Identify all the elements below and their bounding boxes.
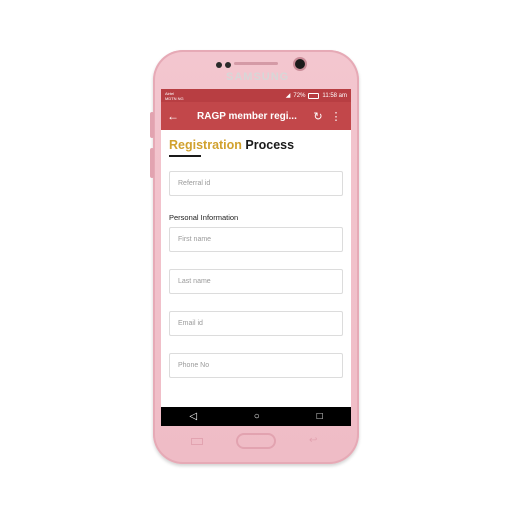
registration-form: Registration Process Referral id Persona… bbox=[161, 130, 351, 378]
back-arrow-icon[interactable]: ← bbox=[167, 109, 185, 123]
first-name-input[interactable]: First name bbox=[169, 227, 343, 252]
referral-id-input[interactable]: Referral id bbox=[169, 171, 343, 196]
heading-underline bbox=[169, 155, 201, 157]
phone-placeholder: Phone No bbox=[178, 362, 210, 369]
personal-information-label: Personal Information bbox=[169, 213, 239, 222]
sensor-icon bbox=[225, 62, 231, 68]
front-camera-icon bbox=[295, 59, 305, 69]
phone-screen: Airtel MDTN NG ◢ 72% 11:58 am ← RAGP mem… bbox=[161, 89, 351, 426]
form-heading-rest: Process bbox=[245, 138, 295, 152]
nav-home-icon[interactable]: ○ bbox=[254, 411, 260, 422]
last-name-placeholder: Last name bbox=[178, 278, 211, 285]
refresh-icon[interactable]: ↻ bbox=[309, 110, 327, 123]
status-icons: ◢ 72% 11:58 am bbox=[286, 92, 347, 99]
sensor-icon bbox=[216, 62, 222, 68]
form-heading-accent: Registration bbox=[169, 138, 242, 152]
hardware-recents-icon[interactable] bbox=[191, 438, 203, 445]
page-title: RAGP member regi... bbox=[197, 110, 297, 122]
signal-icon: ◢ bbox=[285, 93, 291, 99]
app-bar: ← RAGP member regi... ↻ ⋮ bbox=[161, 102, 351, 130]
email-placeholder: Email id bbox=[178, 320, 203, 327]
overflow-menu-icon[interactable]: ⋮ bbox=[327, 110, 345, 123]
referral-id-placeholder: Referral id bbox=[178, 180, 211, 187]
carrier-info: Airtel MDTN NG bbox=[165, 91, 184, 101]
volume-down-button bbox=[150, 148, 154, 178]
volume-up-button bbox=[150, 112, 154, 138]
email-input[interactable]: Email id bbox=[169, 311, 343, 336]
carrier-network: MDTN NG bbox=[165, 95, 184, 101]
last-name-input[interactable]: Last name bbox=[169, 269, 343, 294]
clock: 11:58 am bbox=[322, 92, 347, 99]
phone-input[interactable]: Phone No bbox=[169, 353, 343, 378]
nav-recent-apps-icon[interactable]: □ bbox=[317, 411, 323, 422]
status-bar: Airtel MDTN NG ◢ 72% 11:58 am bbox=[161, 89, 351, 102]
nav-back-icon[interactable]: ◁ bbox=[189, 411, 197, 422]
hardware-back-icon[interactable]: ↩ bbox=[309, 436, 321, 446]
device-brand: SAMSUNG bbox=[226, 71, 290, 83]
battery-icon bbox=[308, 92, 320, 99]
form-heading: Registration Process bbox=[169, 138, 343, 152]
android-nav-bar: ◁ ○ □ bbox=[161, 407, 351, 426]
first-name-placeholder: First name bbox=[178, 236, 212, 243]
earpiece-speaker bbox=[234, 62, 278, 65]
battery-percent: 72% bbox=[293, 92, 306, 99]
hardware-home-button[interactable] bbox=[236, 433, 276, 449]
